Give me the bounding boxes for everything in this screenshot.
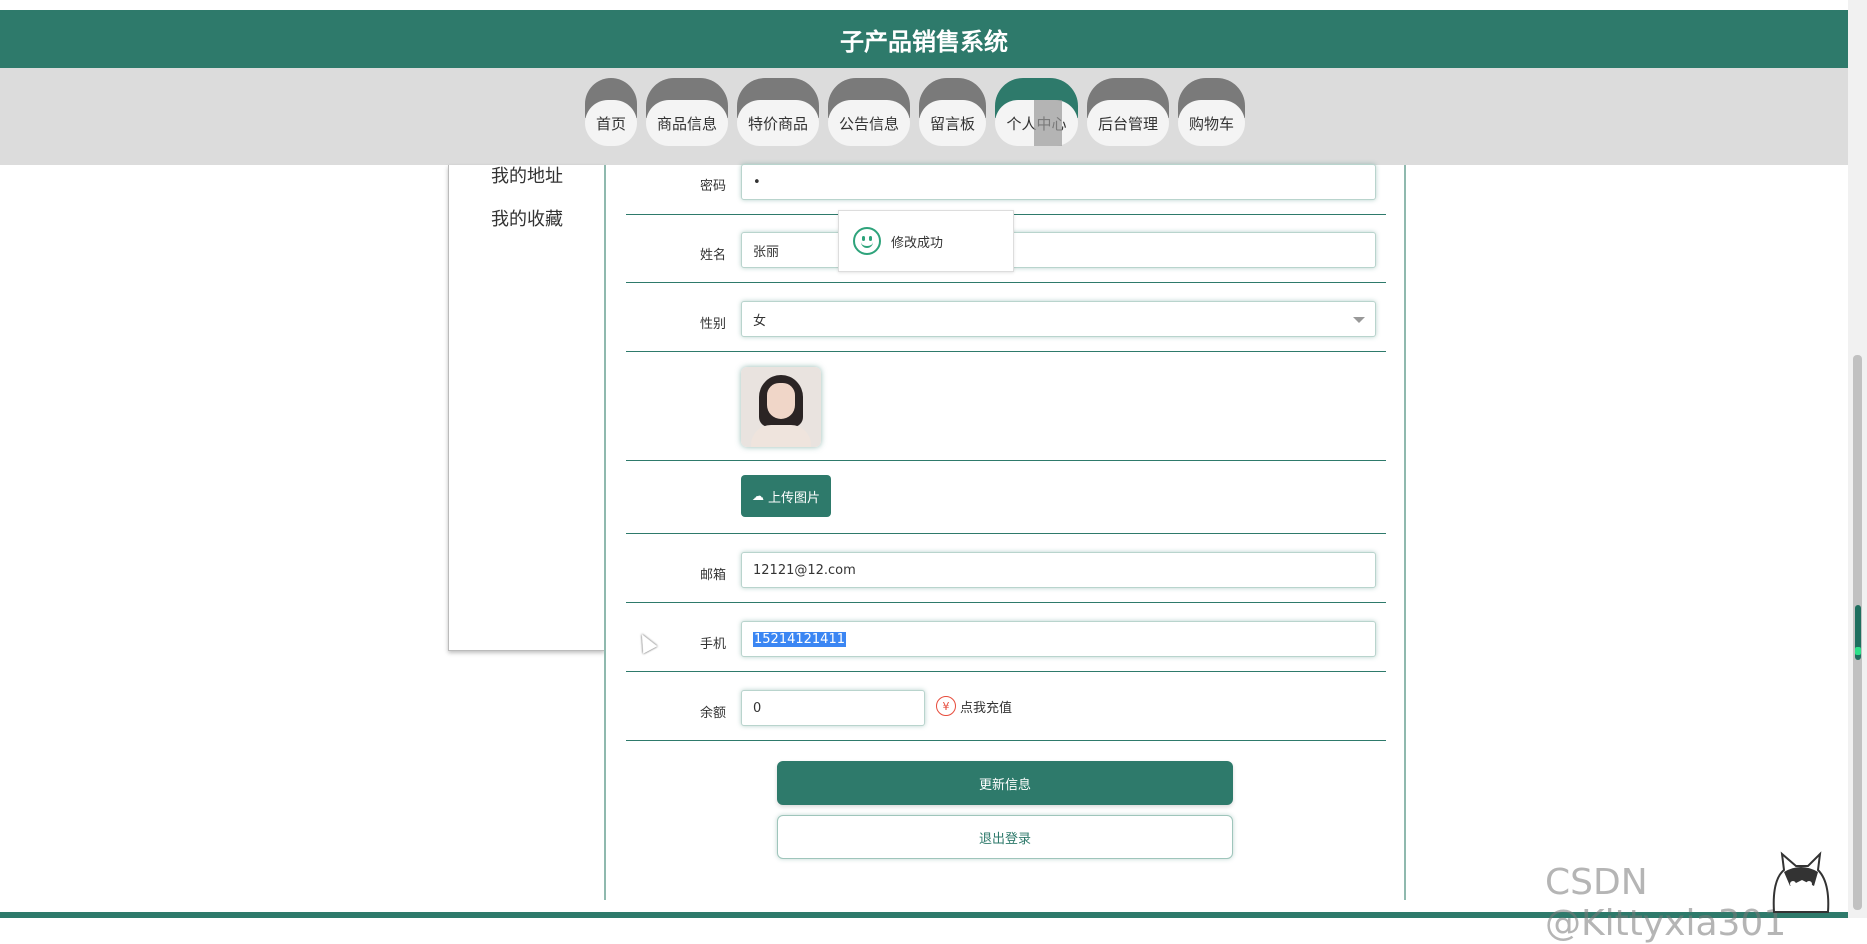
gender-select[interactable]: 女 (741, 301, 1376, 337)
nav-tab-label: 留言板 (919, 100, 986, 146)
sidebar-item-my-favorites[interactable]: 我的收藏 (491, 205, 563, 231)
name-label: 姓名 (699, 248, 726, 263)
recharge-label: 点我充值 (960, 700, 1013, 716)
avatar-row (626, 352, 1386, 461)
email-value: 12121@12.com (753, 562, 856, 578)
email-label: 邮箱 (699, 568, 726, 583)
name-value: 张丽 (753, 244, 780, 260)
balance-label: 余额 (699, 706, 726, 721)
cloud-upload-icon: ☁ (751, 489, 764, 503)
password-label: 密码 (699, 179, 726, 194)
nav-tab-products[interactable]: 商品信息 (646, 78, 728, 146)
avatar-image (741, 367, 821, 447)
chevron-down-icon (1353, 317, 1365, 323)
page-scrollbar[interactable] (1848, 0, 1867, 918)
update-info-button[interactable]: 更新信息 (777, 761, 1233, 805)
nav-tab-label: 购物车 (1178, 100, 1245, 146)
nav-tab-label: 特价商品 (737, 100, 819, 146)
password-field[interactable]: • (741, 164, 1376, 200)
top-strip (0, 0, 1867, 10)
nav-tab-label: 公告信息 (828, 100, 910, 146)
phone-value-selected: 15214121411 (753, 631, 846, 647)
smile-icon (853, 227, 881, 255)
gender-row: 性别 女 (626, 283, 1386, 352)
phone-field[interactable]: 15214121411 (741, 621, 1376, 657)
nav-tabs: 首页 商品信息 特价商品 公告信息 留言板 个人中心 后台管理 (585, 78, 1245, 146)
side-widget[interactable] (1855, 605, 1861, 660)
nav-tab-home[interactable]: 首页 (585, 78, 637, 146)
success-toast: 修改成功 (838, 210, 1014, 272)
recharge-link[interactable]: ¥ 点我充值 (936, 696, 1012, 716)
password-value: • (753, 174, 761, 190)
cat-mascot-icon (1772, 851, 1830, 913)
upload-image-button[interactable]: ☁ 上传图片 (741, 475, 831, 517)
password-row: 密码 • (626, 153, 1386, 215)
gender-label: 性别 (699, 317, 726, 332)
email-row: 邮箱 12121@12.com (626, 534, 1386, 603)
logout-button[interactable]: 退出登录 (777, 815, 1233, 859)
site-title: 子产品销售系统 (840, 27, 1008, 56)
sidebar-panel: 我的地址 我的收藏 (448, 165, 605, 651)
upload-row: ☁ 上传图片 (626, 461, 1386, 534)
phone-row: 手机 15214121411 (626, 603, 1386, 672)
sidebar-item-my-address[interactable]: 我的地址 (491, 162, 563, 188)
toast-message: 修改成功 (891, 235, 944, 251)
nav-tab-specials[interactable]: 特价商品 (737, 78, 819, 146)
hover-highlight (1034, 100, 1062, 146)
yen-icon: ¥ (936, 696, 956, 716)
nav-tab-profile[interactable]: 个人中心 (995, 78, 1078, 146)
nav-tab-cart[interactable]: 购物车 (1178, 78, 1245, 146)
nav-tab-messages[interactable]: 留言板 (919, 78, 986, 146)
profile-form-panel: 密码 • 姓名 张丽 性别 女 ☁ 上传图片 邮箱 12121@12.com 手… (604, 164, 1406, 900)
nav-tab-label: 后台管理 (1087, 100, 1169, 146)
site-header: 子产品销售系统 (0, 10, 1848, 68)
name-field[interactable]: 张丽 (741, 232, 1376, 268)
phone-label: 手机 (699, 637, 726, 652)
gender-value: 女 (753, 313, 767, 329)
nav-tab-label: 商品信息 (646, 100, 728, 146)
nav-tab-admin[interactable]: 后台管理 (1087, 78, 1169, 146)
balance-field[interactable]: 0 (741, 690, 925, 726)
balance-row: 余额 0 ¥ 点我充值 (626, 672, 1386, 741)
upload-button-label: 上传图片 (767, 490, 820, 506)
main-nav: 首页 商品信息 特价商品 公告信息 留言板 个人中心 后台管理 (0, 68, 1848, 165)
nav-tab-label: 首页 (585, 100, 637, 146)
nav-tab-announcements[interactable]: 公告信息 (828, 78, 910, 146)
balance-value: 0 (753, 700, 762, 716)
email-field[interactable]: 12121@12.com (741, 552, 1376, 588)
